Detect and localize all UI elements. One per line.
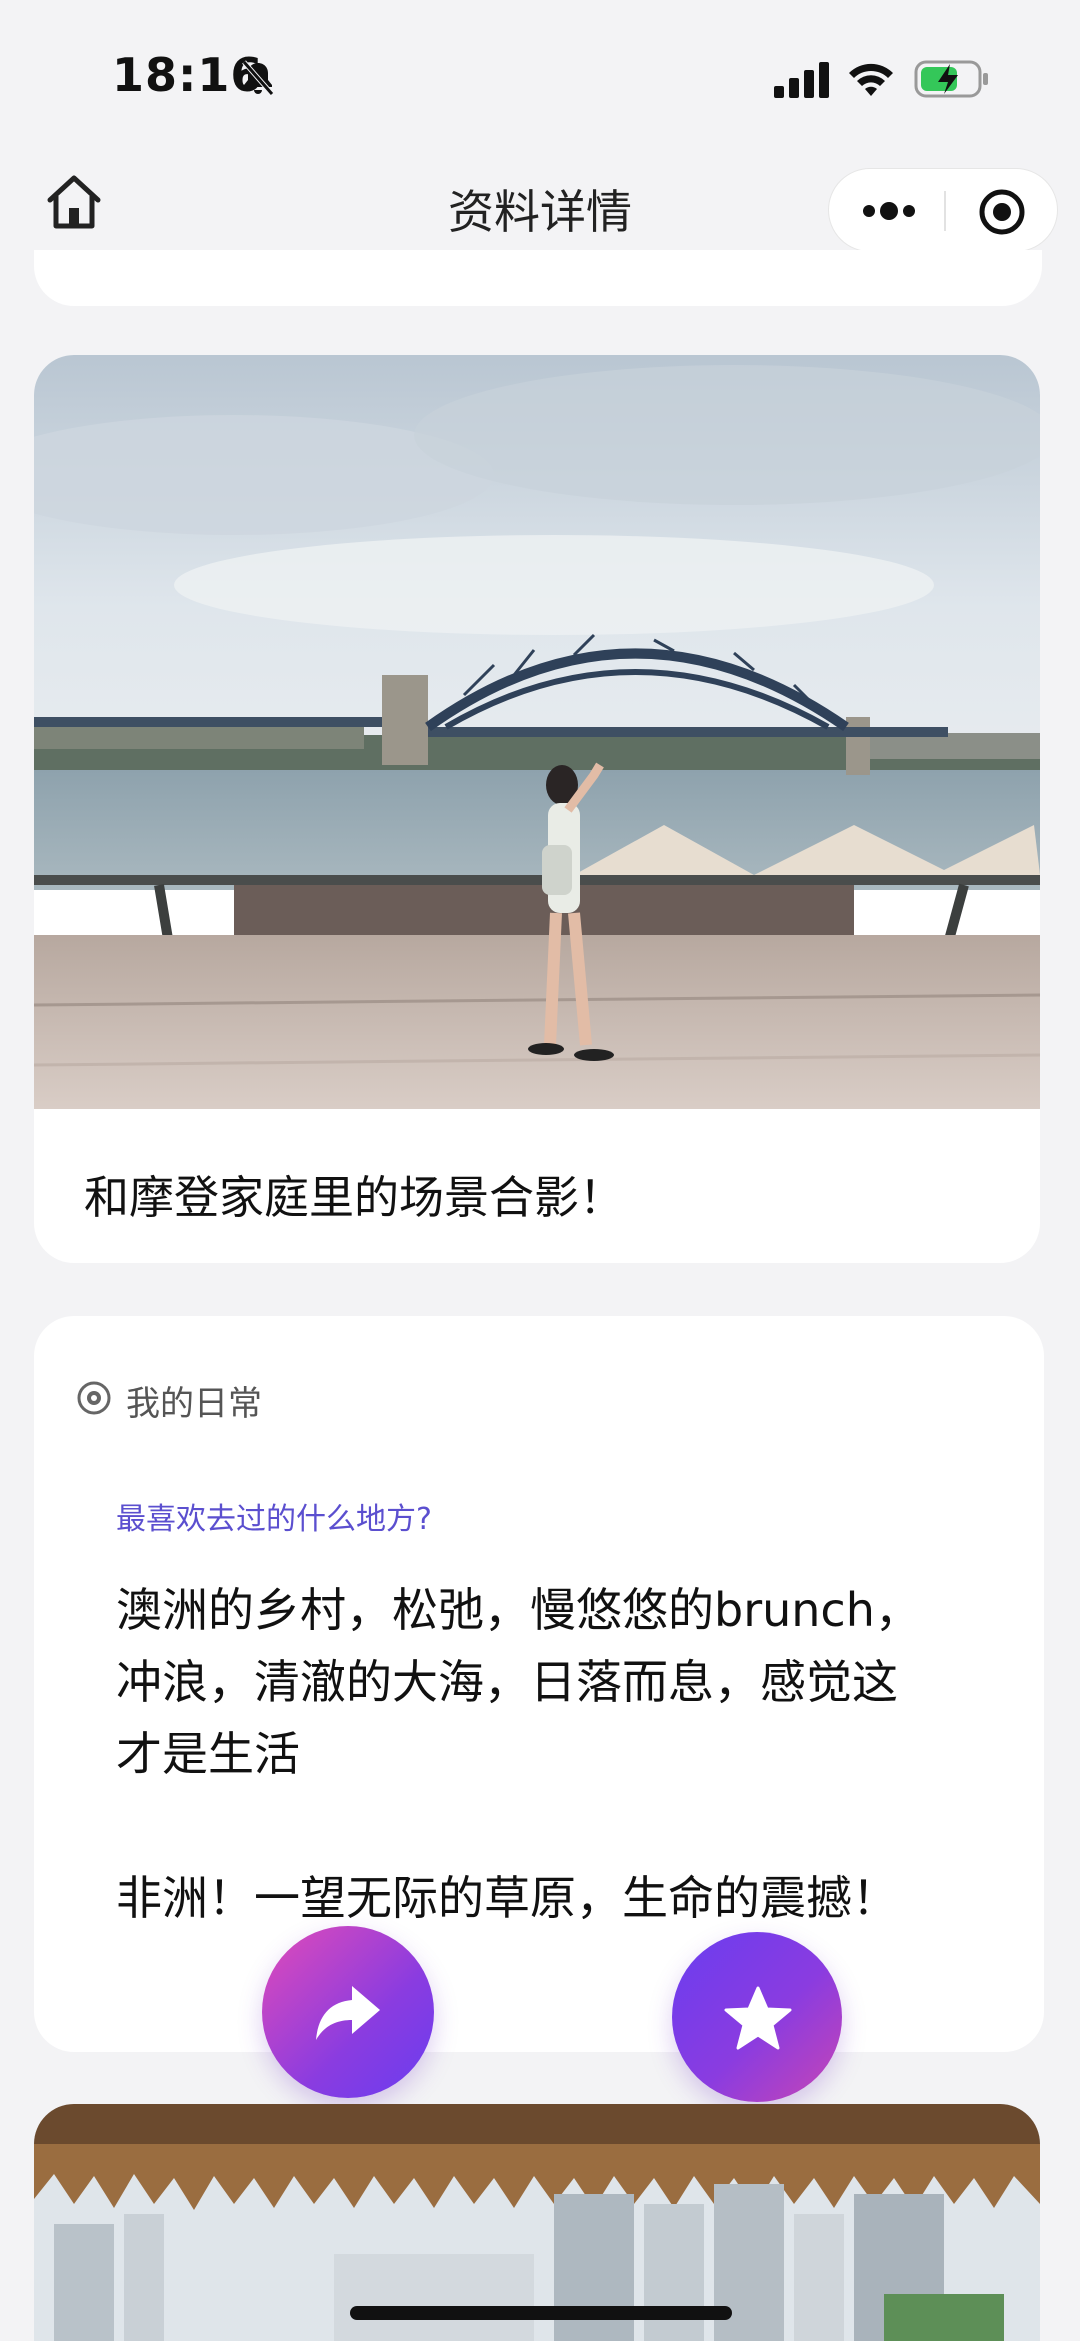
favorite-button[interactable] xyxy=(672,1932,842,2102)
daily-card: 我的日常 最喜欢去过的什么地方? 澳洲的乡村，松弛，慢悠悠的brunch， 冲浪… xyxy=(34,1316,1044,2052)
question-text: 最喜欢去过的什么地方? xyxy=(116,1502,432,1537)
photo-caption: 和摩登家庭里的场景合影！ xyxy=(84,1171,625,1224)
bell-slash-icon xyxy=(242,60,274,96)
harbour-bridge-photo[interactable] xyxy=(34,355,1040,1109)
profile-detail-page: 18:16 资料详情 和摩登家庭里的场景合影！ 我的日常 最喜欢去过的什么地方?… xyxy=(0,0,1080,2341)
home-indicator[interactable] xyxy=(350,2306,732,2320)
capsule-divider xyxy=(944,191,946,231)
daily-section-icon xyxy=(77,1381,111,1415)
wifi-icon xyxy=(849,63,893,96)
miniprogram-capsule xyxy=(828,168,1058,252)
previous-card-bottom xyxy=(34,250,1042,306)
signal-icon xyxy=(774,62,829,98)
more-dots-icon[interactable] xyxy=(857,189,921,233)
share-button[interactable] xyxy=(262,1926,434,2098)
status-bar: 18:16 xyxy=(0,0,1080,150)
photo-card: 和摩登家庭里的场景合影！ xyxy=(34,355,1040,1263)
target-circle-icon[interactable] xyxy=(977,187,1027,237)
battery-charging-icon xyxy=(914,60,988,98)
section-label: 我的日常 xyxy=(126,1384,262,1424)
answer-text: 澳洲的乡村，松弛，慢悠悠的brunch， 冲浪，清澈的大海，日落而息，感觉这 才… xyxy=(116,1583,921,1925)
share-arrow-icon xyxy=(316,1986,380,2040)
star-icon xyxy=(724,1986,792,2050)
